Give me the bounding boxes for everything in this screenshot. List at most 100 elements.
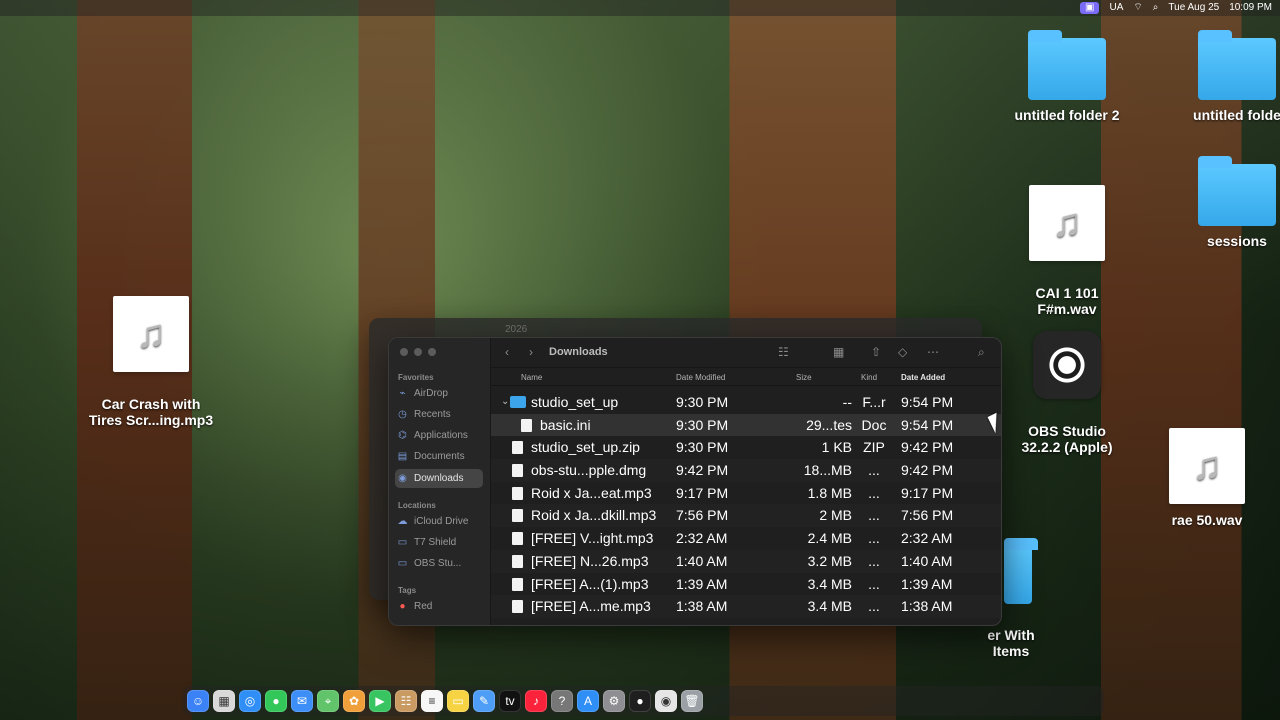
obs-dock-icon[interactable]: ● (629, 690, 651, 712)
date-modified-column-header[interactable]: Date Modified (676, 373, 725, 382)
music-dock-icon[interactable]: ♪ (525, 690, 547, 712)
desktop-file-car-crash-mp3[interactable]: ♫ Car Crash with Tires Scr...ing.mp3 (86, 280, 216, 444)
wifi-icon[interactable]: ⌔ (1133, 0, 1142, 16)
safari-dock-icon[interactable]: ◎ (239, 690, 261, 712)
finder-window[interactable]: Favorites ⌁ AirDrop ◷ Recents ⌬ Application… (388, 337, 1002, 626)
sidebar-item-airdrop[interactable]: ⌁ AirDrop (395, 384, 483, 403)
file-kind: ... (868, 530, 880, 547)
close-window-button[interactable] (400, 348, 408, 356)
list-view-icon[interactable]: ☷ (778, 345, 789, 359)
table-row[interactable]: [FREE] N...26.mp3 1:40 AM 3.2 MB... 1:40 AM (491, 549, 1001, 573)
file-added: 1:40 AM (901, 552, 953, 569)
grid-view-icon[interactable]: ▦ (833, 345, 844, 359)
time-label[interactable]: 10:09 PM (1229, 0, 1272, 16)
desktop-folder-sessions[interactable]: sessions (1172, 156, 1280, 249)
share-icon[interactable]: ⇧ (871, 345, 881, 359)
file-added: 9:54 PM (901, 394, 954, 410)
music-note-icon: ♫ (1029, 185, 1105, 261)
zoom-window-button[interactable] (428, 348, 436, 356)
file-added: 1:38 AM (901, 598, 953, 615)
file-date: 1:39 AM (676, 575, 728, 592)
sidebar-item-downloads[interactable]: ◉ Downloads (395, 469, 483, 488)
table-row[interactable]: Roid x Ja...eat.mp3 9:17 PM 1.8 MB... 9:17 … (491, 482, 1001, 505)
input-source[interactable]: UA (1109, 0, 1123, 16)
file-kind: F...r (862, 394, 886, 410)
date-label[interactable]: Tue Aug 25 (1168, 0, 1219, 16)
file-added: 9:42 PM (901, 439, 954, 456)
tv-dock-icon[interactable]: tv (499, 690, 521, 712)
finder-sidebar: Favorites ⌁ AirDrop ◷ Recents ⌬ Application… (389, 338, 491, 625)
app-store-dock-icon[interactable]: A (577, 690, 599, 712)
notes-dock-icon[interactable]: ▭ (447, 690, 469, 712)
minimize-window-button[interactable] (414, 348, 422, 356)
folder-icon (1028, 30, 1106, 100)
chrome-dock-icon[interactable]: ◉ (655, 690, 677, 712)
table-row[interactable]: Roid x Ja...dkill.mp3 7:56 PM 2 MB... 7:56 … (491, 504, 1001, 528)
table-row[interactable]: ⌄ studio_set_up 9:30 PM -- F...r 9:54 PM (491, 391, 1001, 414)
desktop-file-rae-wav[interactable]: ♫ rae 50.wav (1142, 428, 1272, 528)
sidebar-tag-red[interactable]: ● Red (395, 597, 483, 616)
window-controls (400, 348, 436, 356)
unknown-dock-icon[interactable]: ? (551, 690, 573, 712)
file-date: 9:30 PM (676, 394, 729, 410)
freeform-dock-icon[interactable]: ✎ (473, 690, 495, 712)
name-column-header[interactable]: Name (521, 373, 542, 382)
sidebar-item-applications[interactable]: ⌬ Applications (395, 426, 483, 445)
file-name: studio_set_up (531, 394, 619, 410)
table-row[interactable]: [FREE] A...me.mp3 1:38 AM 3.4 MB... 1:38 AM (491, 595, 1001, 618)
kind-column-header[interactable]: Kind (861, 373, 877, 382)
mail-dock-icon[interactable]: ✉ (291, 690, 313, 712)
sidebar-item-t7-shield[interactable]: ▭ T7 Shield (395, 533, 483, 552)
sidebar-item-recents[interactable]: ◷ Recents (395, 405, 483, 424)
tag-icon[interactable]: ◇ (898, 345, 907, 359)
reminders-dock-icon[interactable]: ≡ (421, 690, 443, 712)
contacts-dock-icon[interactable]: ☷ (395, 690, 417, 712)
file-kind: Doc (861, 416, 887, 433)
audio-file-icon (512, 554, 523, 568)
airdrop-icon: ⌁ (399, 388, 406, 399)
desktop-folder-untitled-folder-2[interactable]: untitled folder 2 (1002, 30, 1132, 123)
launchpad-dock-icon[interactable]: ▦ (213, 690, 235, 712)
back-icon[interactable]: ‹ (505, 345, 509, 359)
facetime-dock-icon[interactable]: ▶ (369, 690, 391, 712)
finder-dock-icon[interactable]: ☺ (187, 690, 209, 712)
size-column-header[interactable]: Size (796, 373, 812, 382)
file-added: 9:17 PM (901, 484, 954, 501)
table-row[interactable]: obs-stu...pple.dmg 9:42 PM 18...MB... 9:42 … (491, 459, 1001, 482)
search-icon[interactable]: ⌕ (1153, 0, 1159, 16)
red-tag-icon: ● (399, 601, 406, 612)
desktop-folder-untitled-folder[interactable]: untitled folde (1172, 30, 1280, 123)
desktop-file-cai-wav[interactable]: ♫ CAI 1 101 F#m.wav (1002, 169, 1132, 333)
document-icon (521, 418, 532, 432)
audio-file-icon (512, 509, 523, 523)
column-headers: Name Date Modified Size Kind Date Added (491, 369, 1001, 386)
file-name: [FREE] A...(1).mp3 (531, 575, 649, 592)
photos-dock-icon[interactable]: ✿ (343, 690, 365, 712)
sidebar-item-obs-studio[interactable]: ▭ OBS Stu... (395, 554, 483, 573)
file-size: 3.4 MB (807, 598, 852, 615)
download-icon: ◉ (398, 473, 407, 484)
document-icon: ▤ (397, 451, 408, 462)
disclosure-icon[interactable]: ⌄ (501, 391, 509, 414)
sidebar-item-icloud-drive[interactable]: ☁ iCloud Drive (395, 512, 483, 531)
table-row[interactable]: [FREE] V...ight.mp3 2:32 AM 2.4 MB... 2:32 … (491, 527, 1001, 550)
sidebar-item-documents[interactable]: ▤ Documents (395, 447, 483, 466)
date-added-column-header[interactable]: Date Added (901, 373, 945, 382)
file-added: 9:42 PM (901, 462, 954, 479)
trash-dock-icon[interactable]: 🗑 (681, 690, 703, 712)
file-size: -- (842, 394, 852, 410)
table-row[interactable]: [FREE] A...(1).mp3 1:39 AM 3.4 MB... 1:39 A… (491, 573, 1001, 596)
search-icon[interactable]: ⌕ (978, 345, 985, 360)
cloud-icon: ☁ (397, 516, 408, 527)
table-row[interactable]: studio_set_up.zip 9:30 PM 1 KB ZIP 9:42 PM (491, 436, 1001, 459)
table-row[interactable]: basic.ini 9:30 PM 29...tes Doc 9:54 PM (491, 413, 1001, 437)
maps-dock-icon[interactable]: ⌖ (317, 690, 339, 712)
forward-icon[interactable]: › (529, 345, 533, 359)
desktop-app-obs-studio[interactable]: OBS Studio 32.2.2 (Apple) (1002, 315, 1132, 471)
screen-record-icon[interactable]: ▣ (1080, 2, 1100, 14)
settings-dock-icon[interactable]: ⚙ (603, 690, 625, 712)
folder-icon (1004, 538, 1038, 604)
file-list: ⌄ studio_set_up 9:30 PM -- F...r 9:54 PM basic… (491, 391, 1001, 618)
messages-dock-icon[interactable]: ● (265, 690, 287, 712)
more-actions-icon[interactable]: ⋯ (927, 345, 939, 359)
